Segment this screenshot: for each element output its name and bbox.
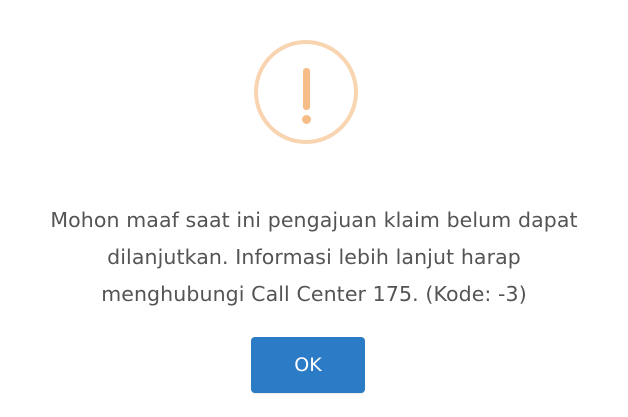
alert-message-line: menghubungi Call Center 175. (Kode: -3) — [101, 282, 527, 306]
warning-exclamation-icon — [254, 40, 358, 144]
exclamation-bar — [302, 68, 310, 110]
alert-message: Mohon maaf saat ini pengajuan klaim belu… — [0, 202, 628, 313]
exclamation-dot — [301, 115, 311, 124]
alert-message-line: Mohon maaf saat ini pengajuan klaim belu… — [50, 208, 578, 232]
alert-message-line: dilanjutkan. Informasi lebih lanjut hara… — [107, 245, 521, 269]
alert-dialog: Mohon maaf saat ini pengajuan klaim belu… — [0, 0, 628, 417]
ok-button[interactable]: OK — [251, 337, 365, 393]
